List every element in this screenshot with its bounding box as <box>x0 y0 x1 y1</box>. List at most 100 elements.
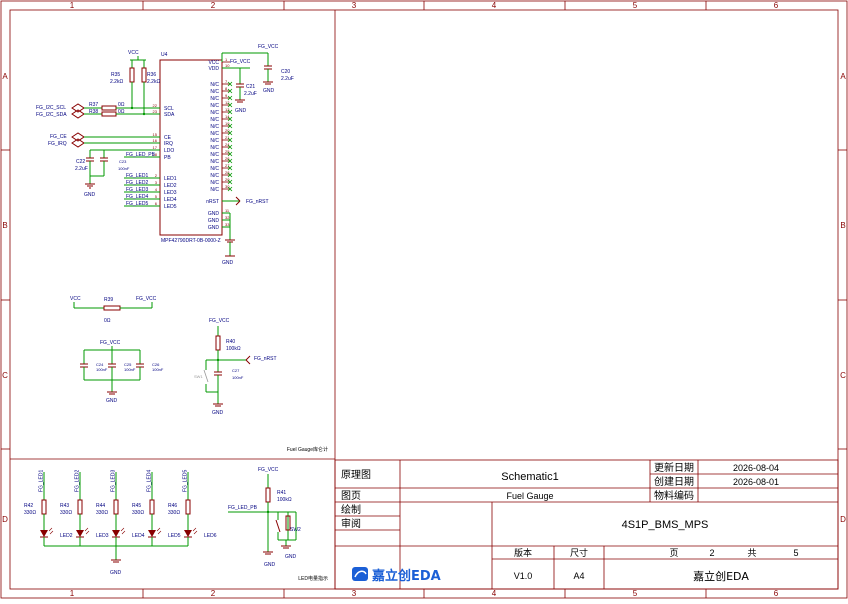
col-label-1: 1 <box>70 1 75 10</box>
fg-led3-label: FG_LED3 <box>126 187 148 193</box>
gnd-label-sw2: GND <box>285 554 297 560</box>
u4-pin-number-left: 16 <box>153 138 158 143</box>
gnd-label-c21: GND <box>235 108 247 114</box>
pb-switch-circuit[interactable]: FG_VCC R41 100kΩ FG_LED_PB SW2 GND GND <box>228 467 301 568</box>
gnd-label-c20: GND <box>263 88 275 94</box>
label-page: 图页 <box>341 490 361 502</box>
u4-pin-name-right: nRST <box>206 199 219 205</box>
title-block: 原理图 Schematic1 更新日期 2026-08-04 创建日期 2026… <box>334 459 839 590</box>
r39-value: 0Ω <box>104 318 111 324</box>
schematic-canvas: .fr { stroke:#880000; fill:none; stroke-… <box>0 0 848 599</box>
led-resistor-ref: R44 <box>96 503 105 509</box>
row-label-c-right: C <box>840 371 846 380</box>
label-reviewed: 审阅 <box>341 517 361 530</box>
ce-irq-lines: FG_CE FG_IRQ <box>48 132 160 148</box>
r39-ref: R39 <box>104 297 113 303</box>
company-name: 嘉立创EDA <box>693 569 749 583</box>
col-label-1-bottom: 1 <box>70 589 75 598</box>
project-name: 4S1P_BMS_MPS <box>622 519 709 531</box>
r41-ref: R41 <box>277 490 286 496</box>
label-version: 版本 <box>514 547 532 559</box>
drawing-frame: 1 2 3 4 5 6 1 2 3 4 5 6 A B C D A B C D <box>0 0 848 599</box>
c27-ref: C27 <box>232 368 240 373</box>
r41-body <box>265 487 271 503</box>
fg-i2c-sda-label: FG_I2C_SDA <box>36 112 67 118</box>
r39-jumper[interactable]: VCC FG_VCC R39 0Ω <box>70 296 157 324</box>
row-label-a: A <box>2 72 8 81</box>
led-resistor-body <box>41 499 47 515</box>
c21-value: 2.2uF <box>244 91 257 97</box>
fg-led-pb-label-switch: FG_LED_PB <box>228 505 258 511</box>
u4-pin-number-left: 6 <box>155 201 158 206</box>
fg-vcc-label-reset: FG_VCC <box>209 318 230 324</box>
fg-led-pb-label: FG_LED_PB <box>126 152 156 158</box>
updated-date: 2026-08-04 <box>733 463 779 473</box>
r36-value: 2.2kΩ <box>147 79 160 85</box>
u4-pin-number-left: 17 <box>153 145 158 150</box>
c23-value: 100nF <box>118 166 130 171</box>
reset-circuit[interactable]: FG_VCC R40 100kΩ FG_nRST C27 100nF SW1 G… <box>194 318 277 416</box>
u4-pin-name-left: LED1 <box>164 176 177 182</box>
u4-pin-name-right: N/C <box>210 152 219 158</box>
schematic-name: Schematic1 <box>501 471 558 483</box>
nrst-net: FG_nRST <box>222 196 269 206</box>
u4-pin-name-left: IRQ <box>164 141 173 147</box>
u4-pin-number-right: 9 <box>225 93 228 98</box>
i2c-lines: FG_I2C_SCL FG_I2C_SDA R37 R38 0Ω 0Ω <box>36 102 160 119</box>
u4-part-number: MPF42790DRT-0B-0000-Z <box>161 238 221 244</box>
decoupling-caps[interactable]: FG_VCC C24 100nF C25 100nF C26 100nF GND <box>80 340 164 404</box>
led-resistor-value: 330Ω <box>168 510 180 516</box>
r36-ref: R36 <box>147 72 156 78</box>
fg-led-net-label-1: FG_LED1 <box>39 470 45 492</box>
c26-value: 100nF <box>152 367 164 372</box>
c27-value: 100nF <box>232 375 244 380</box>
row-label-c: C <box>2 371 8 380</box>
led-diode-icon <box>112 530 120 537</box>
u4-pin-number-left: 2 <box>155 173 158 178</box>
c21-ref: C21 <box>246 84 255 90</box>
u4-pin-number-right: 8 <box>225 86 228 91</box>
led-diode-icon <box>148 530 156 537</box>
col-label-3: 3 <box>352 1 357 10</box>
col-label-5-bottom: 5 <box>633 589 638 598</box>
gnd-label-reset: GND <box>212 410 224 416</box>
u4-pin-name-right: VDD <box>208 66 219 72</box>
led-resistor-value: 330Ω <box>24 510 36 516</box>
u4-pin-name-right: GND <box>208 225 220 231</box>
r38-body <box>101 111 117 117</box>
u4-pin-name-right: N/C <box>210 124 219 130</box>
fg-led-net-label-2: FG_LED2 <box>75 470 81 492</box>
col-label-4: 4 <box>492 1 497 10</box>
sw1-ref: SW1 <box>194 374 203 379</box>
u4-pin-number-right: 33 <box>225 222 230 227</box>
r37-body <box>101 105 117 111</box>
fg-i2c-scl-label: FG_I2C_SCL <box>36 105 66 111</box>
led-resistor-ref: R42 <box>24 503 33 509</box>
total-pages: 5 <box>793 548 798 558</box>
vcc-label-r39: VCC <box>70 296 81 302</box>
label-page-no: 页 <box>669 548 678 559</box>
led-emission-icon <box>156 527 162 535</box>
fg-led2-label: FG_LED2 <box>126 180 148 186</box>
u4-pin-number-left: 3 <box>155 180 158 185</box>
row-label-a-right: A <box>840 72 846 81</box>
r38-ref: R38 <box>89 109 98 115</box>
u4-right-pins: 1VCC 10VDD7N/C8N/C9N/C12N/C13N/C14N/C19N/… <box>206 57 233 231</box>
led-indicator-block[interactable]: FG_LED1R42330ΩLED2FG_LED2R43330ΩLED3FG_L… <box>24 470 217 576</box>
led-ref: LED6 <box>204 533 217 539</box>
u4-pin-name-left: LDO <box>164 148 174 154</box>
u4-ic[interactable]: U4 MPF42790DRT-0B-0000-Z 22SCL23SDA15CE1… <box>152 52 233 244</box>
gnd-label-u4: GND <box>222 260 234 266</box>
r37-ref: R37 <box>89 102 98 108</box>
r35-body <box>129 67 135 83</box>
label-updated: 更新日期 <box>654 461 694 474</box>
label-part-no: 物料编码 <box>654 489 694 502</box>
created-date: 2026-08-01 <box>733 477 779 487</box>
led-ref: LED2 <box>60 533 73 539</box>
schematic-sheet: .fr { stroke:#880000; fill:none; stroke-… <box>0 0 848 599</box>
col-label-4-bottom: 4 <box>492 589 497 598</box>
gnd-label-pb: GND <box>264 562 276 568</box>
fg-ce-label: FG_CE <box>50 134 67 140</box>
fg-irq-label: FG_IRQ <box>48 141 67 147</box>
u4-power-network[interactable]: FG_VCC C20 2.2uF GND FG_VCC C21 2.2uF GN… <box>221 44 294 114</box>
